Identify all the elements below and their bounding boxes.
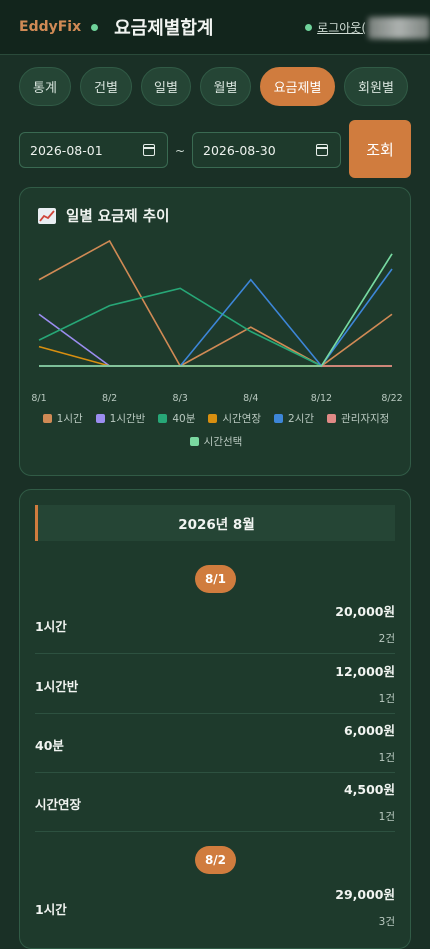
plan-amount: 20,000원 [335, 604, 395, 619]
tab-bar: 통계 건별 일별 월별 요금제별 회원별 [19, 67, 408, 106]
series-line-4 [39, 268, 393, 368]
series-line-2 [38, 253, 393, 368]
list-item: 1시간 29,000원 3건 [35, 878, 395, 937]
month-header: 2026년 8월 [35, 505, 395, 541]
tab-stats[interactable]: 통계 [19, 67, 71, 106]
plan-name: 1시간 [35, 619, 67, 634]
list-item: 40분 6,000원 1건 [35, 714, 395, 773]
legend-item[interactable]: 1시간반 [95, 411, 146, 426]
legend-label: 40분 [172, 413, 196, 425]
legend-item[interactable]: 시간선택 [189, 434, 243, 449]
list-item: 시간연장 4,500원 1건 [35, 773, 395, 832]
x-tick-label: 8/22 [381, 393, 402, 404]
tab-by-transaction[interactable]: 건별 [80, 67, 132, 106]
x-tick-label: 8/2 [102, 393, 117, 404]
x-tick-label: 8/3 [173, 393, 188, 404]
legend-swatch [95, 414, 105, 423]
tab-label: 일별 [154, 81, 178, 96]
calendar-icon[interactable] [316, 144, 328, 156]
tab-label: 월별 [213, 81, 238, 96]
legend-swatch [208, 414, 218, 423]
legend-swatch [327, 414, 337, 423]
plan-count: 1건 [378, 752, 395, 764]
list-item: 1시간 20,000원 2건 [35, 595, 395, 654]
plan-name: 1시간 [35, 902, 67, 917]
plan-count: 1건 [378, 693, 395, 705]
legend-swatch [158, 414, 168, 423]
list-item: 1시간반 12,000원 1건 [35, 655, 395, 714]
tab-label: 통계 [33, 81, 57, 96]
legend-label: 1시간반 [109, 413, 146, 425]
tab-label: 건별 [94, 81, 118, 96]
plan-name: 40분 [35, 738, 64, 753]
tab-label: 요금제별 [273, 81, 322, 96]
legend-label: 관리자지정 [341, 413, 390, 425]
x-tick-label: 8/1 [31, 393, 46, 404]
tab-monthly[interactable]: 월별 [200, 67, 251, 106]
status-dot-icon [91, 23, 99, 31]
logout-link[interactable]: 로그아웃( [317, 19, 366, 36]
line-chart: 8/1 8/2 8/3 8/4 8/12 8/22 [31, 239, 403, 404]
plan-count: 2건 [378, 633, 395, 645]
plan-count: 1건 [378, 811, 395, 823]
x-tick-label: 8/12 [311, 393, 332, 404]
day-badge: 8/2 [195, 846, 236, 874]
legend-swatch [189, 437, 199, 446]
plan-amount: 29,000원 [335, 887, 395, 902]
legend-swatch [274, 414, 284, 423]
legend-item[interactable]: 관리자지정 [327, 411, 389, 426]
legend-item[interactable]: 1시간 [42, 411, 83, 426]
legend-item[interactable]: 40분 [158, 411, 195, 426]
chart-card: 일별 요금제 추이 8/1 8/2 8/3 8/4 8/12 8/22 1시간 1시간반 40… [19, 187, 411, 476]
start-date-input[interactable]: 2026-08-01 [19, 132, 168, 168]
user-area: 로그아웃( [305, 0, 430, 55]
tab-by-member[interactable]: 회원별 [344, 67, 408, 106]
brand-logo[interactable]: EddyFix [19, 19, 81, 35]
tab-daily[interactable]: 일별 [141, 67, 191, 106]
legend-label: 시간연장 [222, 413, 262, 425]
chart-legend: 1시간 1시간반 40분 시간연장 2시간 관리자지정시간선택 [20, 411, 412, 449]
plan-amount: 4,500원 [343, 782, 395, 797]
tab-label: 회원별 [358, 81, 394, 96]
page-title: 요금제별합계 [114, 18, 214, 39]
date-filter: 2026-08-01 ~ 2026-08-30 조회 [19, 120, 411, 178]
legend-label: 시간선택 [203, 436, 243, 448]
day-badge: 8/1 [195, 565, 236, 593]
end-date-input[interactable]: 2026-08-30 [192, 132, 341, 168]
legend-label: 1시간 [56, 413, 83, 425]
user-name-redacted [368, 16, 430, 39]
tab-by-plan[interactable]: 요금제별 [260, 67, 335, 106]
series-line-3 [38, 345, 392, 367]
app-header: EddyFix 요금제별합계 로그아웃( [0, 0, 430, 55]
plan-amount: 12,000원 [335, 664, 395, 679]
plan-name: 1시간반 [35, 679, 79, 694]
plan-name: 시간연장 [35, 797, 82, 812]
legend-swatch [42, 414, 52, 423]
plan-summary-list: 2026년 8월 8/1 1시간 20,000원 2건 1시간반 12,000원… [19, 489, 411, 949]
online-dot-icon [305, 24, 313, 31]
end-date-value: 2026-08-30 [203, 142, 276, 158]
series-line-0 [38, 239, 393, 368]
legend-item[interactable]: 2시간 [274, 411, 314, 426]
start-date-value: 2026-08-01 [30, 142, 103, 158]
legend-label: 2시간 [288, 413, 315, 425]
plan-count: 3건 [378, 916, 395, 928]
plan-amount: 6,000원 [343, 723, 395, 738]
calendar-icon[interactable] [143, 144, 155, 156]
legend-item[interactable]: 시간연장 [208, 411, 261, 426]
date-separator: ~ [175, 144, 186, 158]
search-button[interactable]: 조회 [349, 120, 411, 178]
x-tick-label: 8/4 [243, 393, 258, 404]
